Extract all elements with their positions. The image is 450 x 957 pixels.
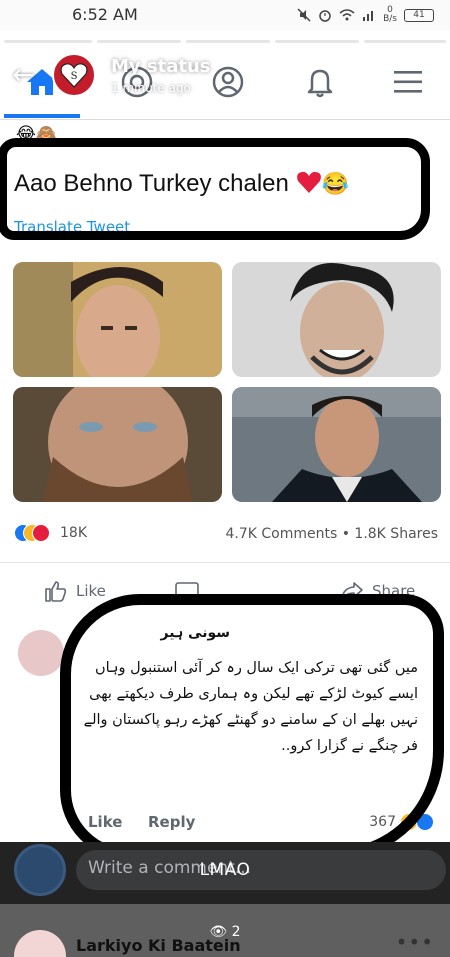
clock-time: 6:52 AM <box>72 5 138 24</box>
reaction-count: 18K <box>60 525 87 541</box>
post-photo[interactable] <box>232 387 441 502</box>
post-photo-grid <box>13 262 441 502</box>
notifications-bell-icon[interactable] <box>300 62 340 102</box>
back-arrow-icon[interactable]: ← <box>12 60 42 90</box>
menu-hamburger-icon[interactable] <box>388 62 428 102</box>
mute-icon <box>297 8 311 22</box>
status-timestamp: 1 minute ago <box>111 81 191 95</box>
like-button[interactable]: Like <box>44 580 106 602</box>
status-title: My status <box>111 56 211 77</box>
page-name[interactable]: Larkiyo Ki Baatein <box>76 936 241 955</box>
avatar-heart-icon: S <box>60 63 88 88</box>
marker-scribble-post <box>0 138 430 240</box>
reaction-summary[interactable]: 18K <box>14 524 87 542</box>
profile-icon[interactable] <box>208 62 248 102</box>
home-tab-indicator <box>4 114 80 118</box>
status-progress-bars <box>0 30 450 44</box>
alarm-icon <box>319 10 331 22</box>
marker-scribble-comment <box>60 594 444 860</box>
commenter-avatar[interactable] <box>18 630 64 676</box>
post-photo[interactable] <box>232 262 441 377</box>
thumbs-up-icon <box>45 581 67 602</box>
divider <box>0 562 450 563</box>
signal-icon <box>363 11 374 21</box>
svg-text:S: S <box>71 71 78 82</box>
status-icons: 0 B/s 41 <box>297 6 434 24</box>
network-speed: 0 B/s <box>383 5 397 24</box>
post-photo[interactable] <box>13 262 222 377</box>
status-avatar[interactable]: S <box>52 53 96 97</box>
love-reaction-icon <box>32 524 50 542</box>
system-status-bar: 6:52 AM 0 B/s 41 <box>0 0 450 30</box>
more-options-icon[interactable]: ••• <box>396 930 434 954</box>
post-photo[interactable] <box>13 387 222 502</box>
status-caption: LMAO <box>199 860 251 880</box>
comments-shares-count[interactable]: 4.7K Comments • 1.8K Shares <box>225 526 438 542</box>
wifi-icon <box>339 9 355 21</box>
battery-icon: 41 <box>404 8 434 22</box>
